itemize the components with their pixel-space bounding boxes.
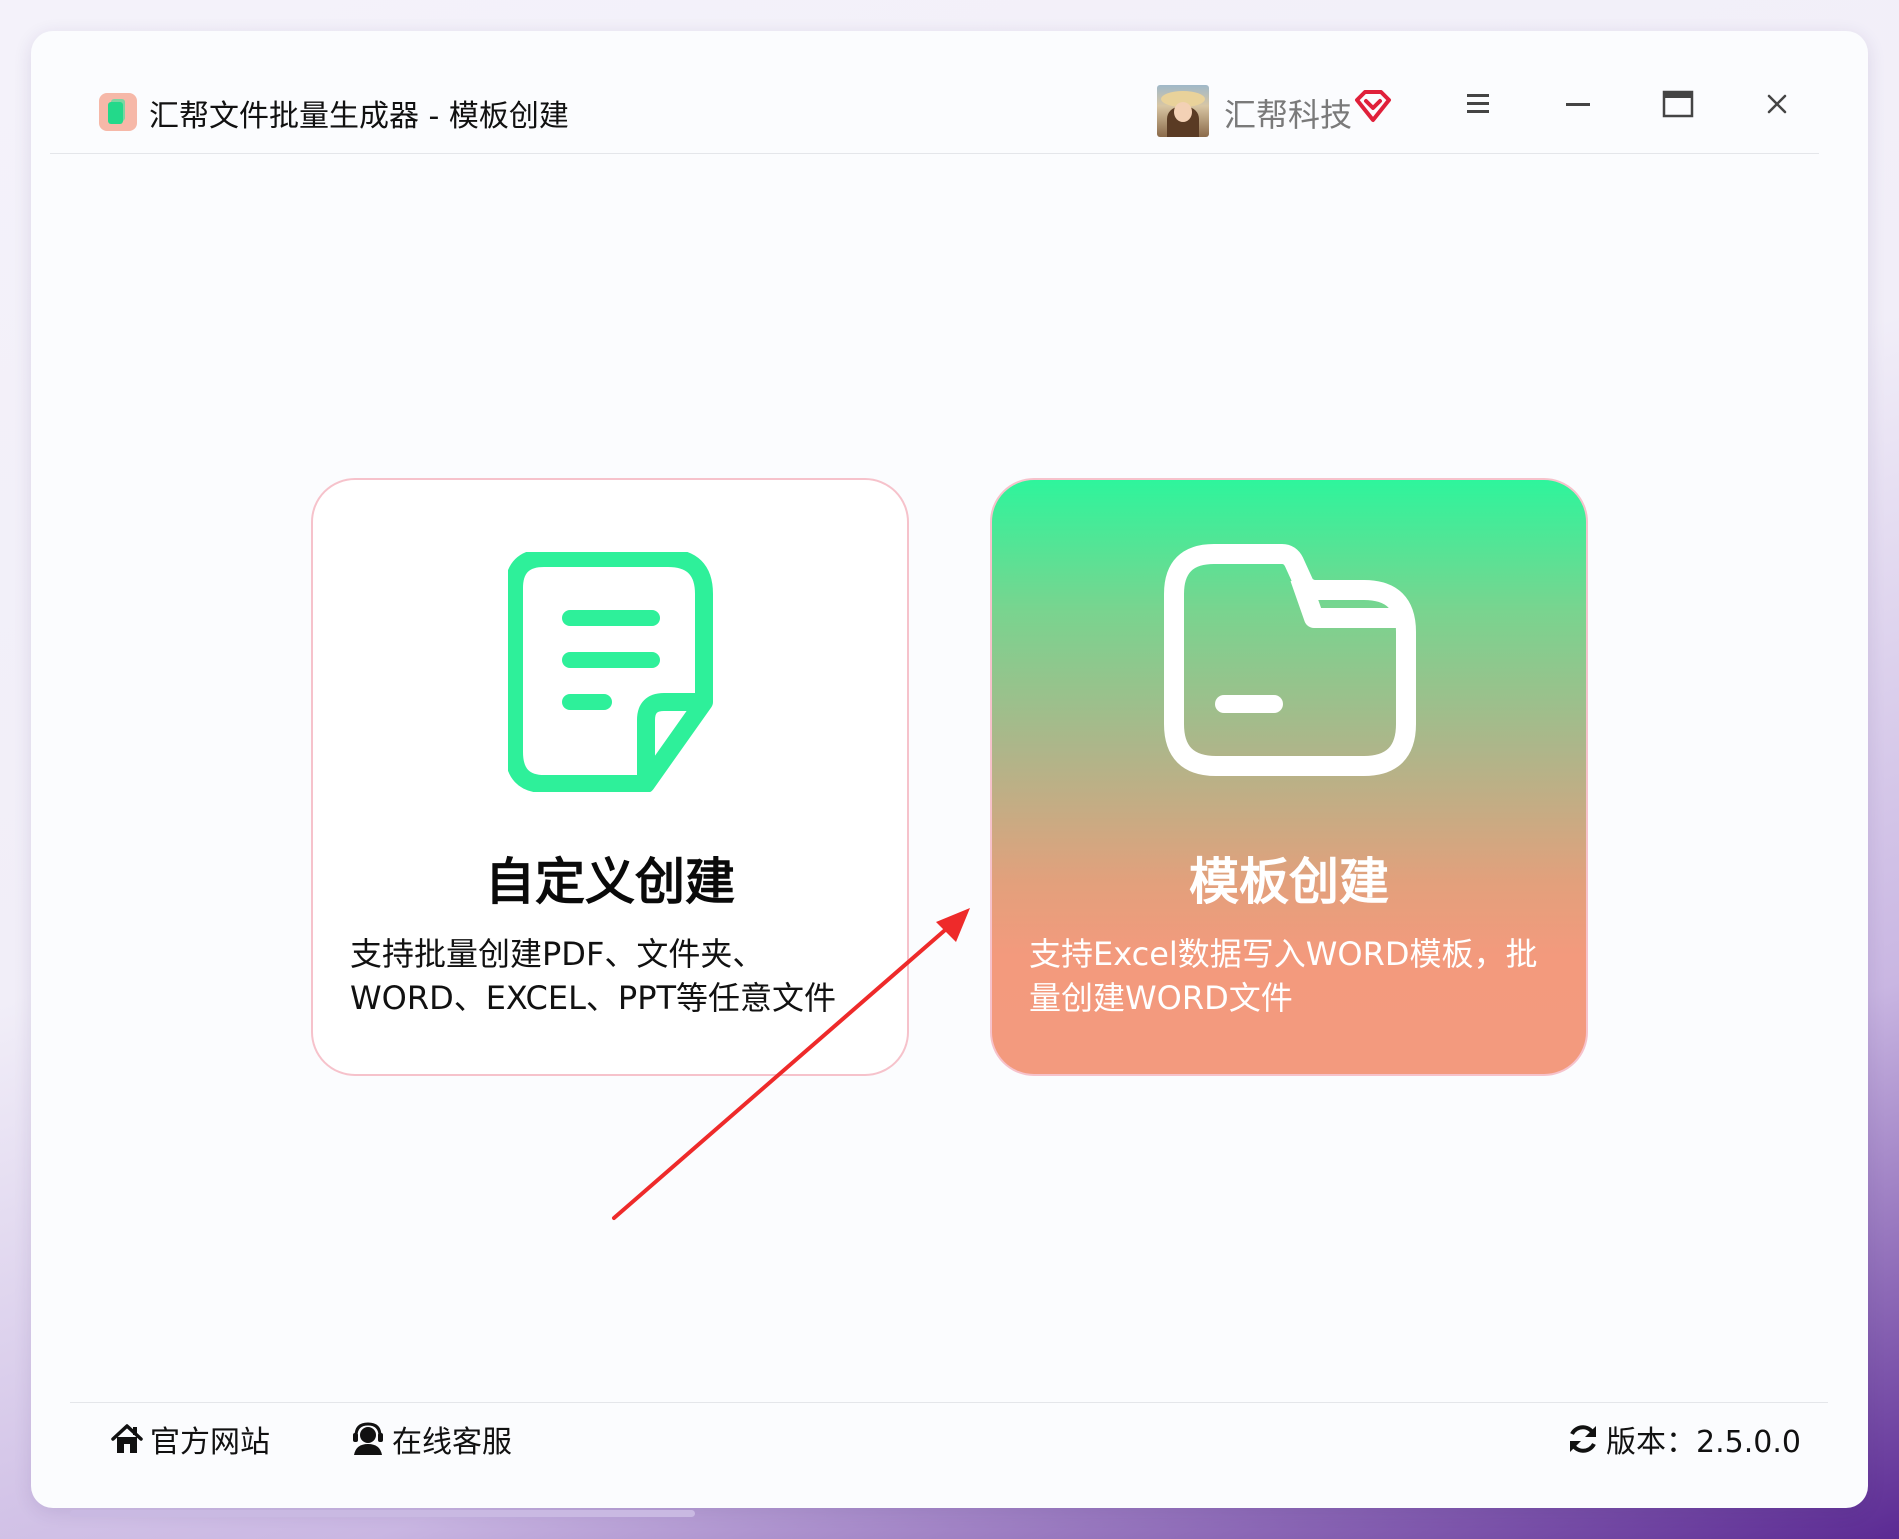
app-window	[31, 31, 1868, 1508]
online-service-link[interactable]: 在线客服	[350, 1417, 512, 1461]
menu-icon[interactable]	[1450, 80, 1506, 130]
template-create-description: 支持Excel数据写入WORD模板，批 量创建WORD文件	[1029, 935, 1538, 1017]
custom-create-title: 自定义创建	[485, 853, 735, 911]
custom-create-card[interactable]: 自定义创建 支持批量创建PDF、文件夹、 WORD、EXCEL、PPT等任意文件	[311, 478, 909, 1076]
user-avatar[interactable]	[1157, 85, 1209, 137]
headset-icon	[353, 1422, 383, 1455]
custom-create-description: 支持批量创建PDF、文件夹、 WORD、EXCEL、PPT等任意文件	[350, 935, 837, 1017]
document-icon	[508, 552, 713, 792]
official-website-label: 官方网站	[150, 1425, 270, 1460]
footer-bar: 官方网站 在线客服 版本：2.5.0.0	[70, 1402, 1828, 1473]
vip-diamond-icon[interactable]	[1353, 88, 1393, 124]
window-title: 汇帮文件批量生成器 - 模板创建	[149, 99, 569, 134]
template-create-card[interactable]: 模板创建 支持Excel数据写入WORD模板，批 量创建WORD文件	[990, 478, 1588, 1076]
template-create-title: 模板创建	[1189, 853, 1389, 911]
minimize-icon[interactable]	[1550, 80, 1606, 130]
title-bar[interactable]: 汇帮文件批量生成器 - 模板创建 汇帮科技	[50, 58, 1819, 154]
username-label[interactable]: 汇帮科技	[1224, 90, 1352, 136]
official-website-link[interactable]: 官方网站	[110, 1417, 270, 1461]
app-logo-icon	[99, 93, 137, 131]
close-icon[interactable]	[1749, 80, 1805, 130]
folder-icon	[1164, 544, 1416, 776]
version-label: 版本：2.5.0.0	[1606, 1425, 1801, 1460]
horizontal-scrollbar[interactable]	[70, 1510, 695, 1517]
online-service-label: 在线客服	[392, 1425, 512, 1460]
refresh-icon	[1570, 1425, 1596, 1453]
version-info: 版本：2.5.0.0	[1566, 1417, 1801, 1461]
home-icon	[111, 1424, 143, 1453]
maximize-icon[interactable]	[1650, 80, 1706, 130]
